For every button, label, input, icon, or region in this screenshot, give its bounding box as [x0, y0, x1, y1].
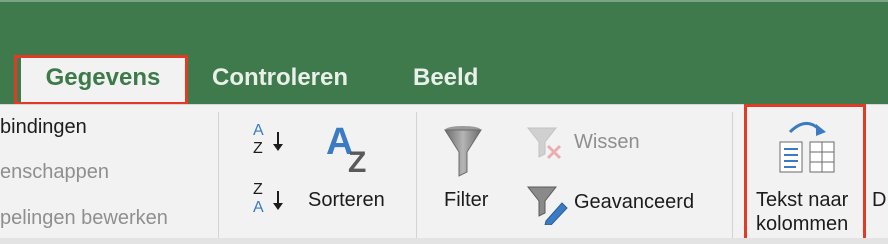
advanced-filter-icon[interactable] — [526, 183, 570, 226]
funnel-clear-icon — [526, 127, 562, 160]
svg-text:Z: Z — [348, 146, 366, 176]
clear-label[interactable]: Wissen — [574, 131, 640, 154]
text-to-columns-icon[interactable] — [776, 116, 838, 178]
clear-filter-icon[interactable] — [526, 124, 566, 162]
down-arrow-icon — [273, 132, 283, 151]
sort-label[interactable]: Sorteren — [308, 189, 385, 212]
filter-label[interactable]: Filter — [444, 189, 488, 212]
text-to-columns-label-line1[interactable]: Tekst naar — [756, 189, 848, 212]
tab-gegevens[interactable]: Gegevens — [21, 58, 185, 102]
down-arrow-icon — [273, 191, 283, 210]
next-group-partial-label[interactable]: D — [872, 189, 886, 212]
sort-za-bottom-letter: A — [253, 199, 264, 216]
properties-item[interactable]: enschappen — [0, 161, 109, 184]
group-separator — [218, 112, 219, 238]
ribbon-bottom-border — [0, 238, 888, 244]
sort-button-icon[interactable]: A Z — [320, 120, 384, 179]
filter-funnel-icon[interactable] — [443, 124, 483, 180]
sort-az-bottom-letter: Z — [253, 140, 263, 157]
tab-controleren[interactable]: Controleren — [212, 58, 348, 102]
text-columns-icon — [779, 122, 835, 173]
advanced-label[interactable]: Geavanceerd — [574, 191, 694, 214]
funnel-icon — [444, 126, 482, 177]
sort-ascending-icon[interactable]: A Z — [249, 122, 289, 164]
text-to-columns-label-line2[interactable]: kolommen — [756, 213, 848, 236]
sort-za-top-letter: Z — [253, 181, 263, 198]
group-separator — [416, 112, 417, 238]
funnel-pencil-icon — [526, 186, 568, 226]
az-sort-icon: A Z — [326, 121, 366, 179]
connections-item[interactable]: bindingen — [0, 116, 87, 139]
sort-descending-icon[interactable]: Z A — [249, 181, 289, 223]
sort-az-top-letter: A — [253, 122, 264, 139]
group-separator — [732, 112, 733, 238]
window-edge — [0, 0, 888, 2]
edit-links-item[interactable]: pelingen bewerken — [0, 207, 168, 230]
tab-beeld[interactable]: Beeld — [413, 58, 478, 102]
